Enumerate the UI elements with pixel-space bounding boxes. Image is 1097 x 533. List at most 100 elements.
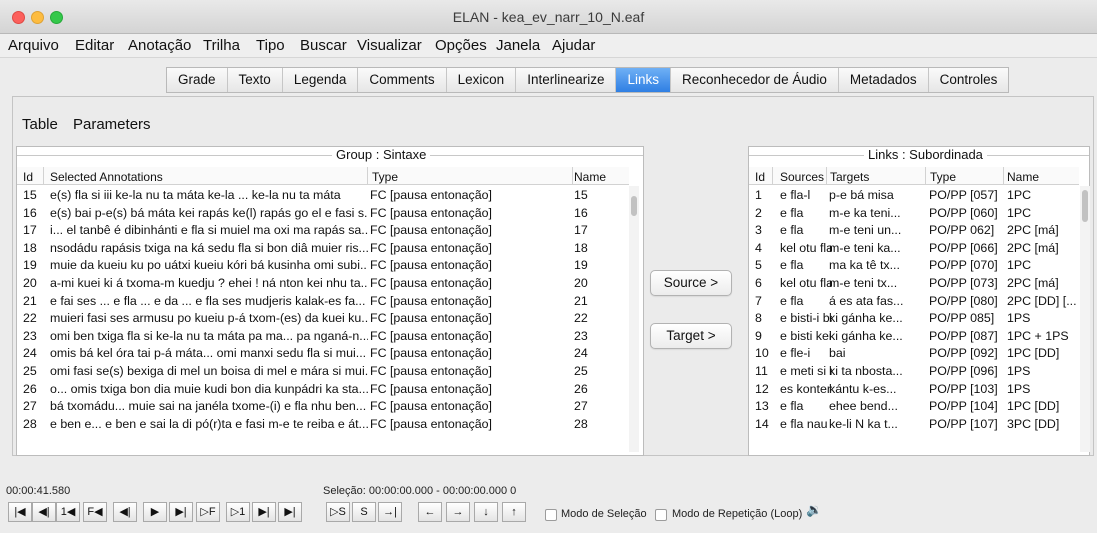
col-id[interactable]: Id — [23, 170, 33, 184]
go-to-end-button[interactable]: ▶| — [278, 502, 302, 522]
table-row[interactable]: 3 e fla m-e teni un... PO/PP 062] 2PC [má] — [749, 222, 1079, 240]
table-row[interactable]: 25 omi fasi se(s) bexiga di mel un boisa … — [17, 363, 629, 381]
menu-tipo[interactable]: Tipo — [256, 37, 285, 54]
links-scrollbar-thumb[interactable] — [1082, 190, 1088, 222]
arrow-up-button[interactable]: ↑ — [502, 502, 526, 522]
next-1-button[interactable]: ▷1 — [226, 502, 250, 522]
cell-id: 27 — [23, 399, 37, 414]
loop-mode-checkbox[interactable] — [655, 509, 667, 521]
table-row[interactable]: 9 e bisti kei k...ki gánha ke... PO/PP [08… — [749, 328, 1079, 346]
previous-boundary-button[interactable]: ◀| — [113, 502, 137, 522]
table-row[interactable]: 26 o... omis txiga bon dia muie kudi bon … — [17, 381, 629, 399]
table-row[interactable]: 21 e fai ses ... e fla ... e da ... e fla… — [17, 293, 629, 311]
target-button[interactable]: Target > — [650, 323, 732, 349]
table-row[interactable]: 24 omis bá kel óra tai p-á máta... omi ma… — [17, 345, 629, 363]
next-frame-button[interactable]: ▶| — [252, 502, 276, 522]
table-row[interactable]: 15 e(s) fla si iii ke-la nu ta máta ke-la… — [17, 187, 629, 205]
menu-arquivo[interactable]: Arquivo — [8, 37, 59, 54]
clear-selection-button[interactable]: S — [352, 502, 376, 522]
source-button[interactable]: Source > — [650, 270, 732, 296]
tab-metadados[interactable]: Metadados — [838, 68, 929, 92]
selection-mode-checkbox[interactable] — [545, 509, 557, 521]
links-col-sources[interactable]: Sources — [780, 170, 824, 184]
arrow-down-button[interactable]: ↓ — [474, 502, 498, 522]
links-col-targets[interactable]: Targets — [830, 170, 869, 184]
next-f-button[interactable]: ▷F — [196, 502, 220, 522]
table-row[interactable]: 28 e ben e... e ben e sai la di pó(r)ta e… — [17, 416, 629, 434]
tab-legenda[interactable]: Legenda — [282, 68, 359, 92]
col-type[interactable]: Type — [372, 170, 398, 184]
menu-editar[interactable]: Editar — [75, 37, 114, 54]
previous-frame-button[interactable]: ◀| — [32, 502, 56, 522]
group-scrollbar[interactable] — [629, 186, 639, 452]
table-row[interactable]: 12 es kontenti...kántu k-es... PO/PP [103]… — [749, 381, 1079, 399]
arrow-right-button[interactable]: → — [446, 502, 470, 522]
table-row[interactable]: 4 kel otu fla m-e teni ka... PO/PP [066] 2PC… — [749, 240, 1079, 258]
cell-source: e bisti-i be... — [780, 311, 832, 326]
table-row[interactable]: 11 e meti si m...ki ta nbosta... PO/PP [09… — [749, 363, 1079, 381]
table-row[interactable]: 27 bá txomádu... muie sai na janéla txome… — [17, 398, 629, 416]
go-to-begin-button[interactable]: |◀ — [8, 502, 32, 522]
previous-f-button[interactable]: F◀ — [83, 502, 107, 522]
tab-interlinearize[interactable]: Interlinearize — [516, 68, 617, 92]
links-col-name[interactable]: Name — [1007, 170, 1039, 184]
table-row[interactable]: 23 omi ben txiga fla si ke-la nu ta máta … — [17, 328, 629, 346]
table-row[interactable]: 1 e fla-l p-e bá misa PO/PP [057] 1PC — [749, 187, 1079, 205]
next-boundary-button[interactable]: ▶| — [169, 502, 193, 522]
table-row[interactable]: 6 kel otu fla-im-e teni tx... PO/PP [073] 2… — [749, 275, 1079, 293]
cell-id: 7 — [755, 293, 762, 308]
selection-end-button[interactable]: →| — [378, 502, 402, 522]
volume-icon[interactable]: 🔉 — [806, 502, 822, 518]
menu-buscar[interactable]: Buscar — [300, 37, 347, 54]
cell-annotation: i... el tanbê é dibinhánti e fla si muie… — [50, 223, 368, 238]
tab-texto[interactable]: Texto — [227, 68, 283, 92]
table-row[interactable]: 2 e fla m-e ka teni... PO/PP [060] 1PC — [749, 205, 1079, 223]
table-row[interactable]: 8 e bisti-i be...ki gánha ke... PO/PP 085]… — [749, 310, 1079, 328]
table-row[interactable]: 18 nsodádu rapásis txiga na ká sedu fla s… — [17, 240, 629, 258]
cell-source: es kontenti... — [780, 381, 832, 396]
menu-janela[interactable]: Janela — [496, 37, 540, 54]
group-scrollbar-thumb[interactable] — [631, 196, 637, 216]
menu-trilha[interactable]: Trilha — [203, 37, 240, 54]
tab-lexicon[interactable]: Lexicon — [446, 68, 517, 92]
menu-ajudar[interactable]: Ajudar — [552, 37, 595, 54]
cell-type: PO/PP [080] — [929, 293, 998, 308]
cell-name: 26 — [574, 381, 588, 396]
arrow-left-button[interactable]: ← — [418, 502, 442, 522]
menu-visualizar[interactable]: Visualizar — [357, 37, 422, 54]
col-selected-annotations[interactable]: Selected Annotations — [50, 170, 163, 184]
cell-type: PO/PP [096] — [929, 364, 998, 378]
play-selection-button[interactable]: ▷S — [326, 502, 350, 522]
cell-type: FC [pausa entonação] — [370, 293, 492, 308]
links-col-id[interactable]: Id — [755, 170, 765, 184]
table-row[interactable]: 22 muieri fasi ses armusu po kueiu p-á tx… — [17, 310, 629, 328]
menu-anotacao[interactable]: Anotação — [128, 37, 191, 54]
previous-1-button[interactable]: 1◀ — [56, 502, 80, 522]
cell-target: m-e ka teni... — [829, 205, 901, 220]
table-row[interactable]: 14 e fla nau ke-li N ka t... PO/PP [107] 3PC… — [749, 416, 1079, 434]
tab-links[interactable]: Links — [616, 68, 671, 92]
table-row[interactable]: 13 e fla ehee bend... PO/PP [104] 1PC [DD] — [749, 398, 1079, 416]
tab-reconhecedor-audio[interactable]: Reconhecedor de Áudio — [671, 68, 839, 92]
subtab-table[interactable]: Table — [22, 116, 58, 133]
links-col-type[interactable]: Type — [930, 170, 956, 184]
cell-type: FC [pausa entonação] — [370, 240, 492, 255]
play-button[interactable]: ▶ — [143, 502, 167, 522]
table-row[interactable]: 10 e fle-i bai PO/PP [092] 1PC [DD] — [749, 345, 1079, 363]
cell-target: ma ka tê tx... — [829, 258, 900, 273]
cell-id: 17 — [23, 223, 37, 238]
links-scrollbar[interactable] — [1080, 186, 1090, 452]
tab-controles[interactable]: Controles — [928, 68, 1009, 92]
cell-annotation: bá txomádu... muie sai na janéla txome-(… — [50, 399, 367, 414]
table-row[interactable]: 19 muie da kueiu ku po uátxi kueiu kóri b… — [17, 257, 629, 275]
tab-comments[interactable]: Comments — [358, 68, 447, 92]
tab-grade[interactable]: Grade — [167, 68, 228, 92]
table-row[interactable]: 5 e fla ma ka tê tx... PO/PP [070] 1PC — [749, 257, 1079, 275]
table-row[interactable]: 16 e(s) bai p-e(s) bá máta kei rapás ke(l… — [17, 205, 629, 223]
table-row[interactable]: 17 i... el tanbê é dibinhánti e fla si mu… — [17, 222, 629, 240]
table-row[interactable]: 20 a-mi kuei ki á txoma-m kuedju ? ehei !… — [17, 275, 629, 293]
table-row[interactable]: 7 e fla á es ata fas... PO/PP [080] 2PC [DD]… — [749, 293, 1079, 311]
subtab-parameters[interactable]: Parameters — [73, 116, 151, 133]
menu-opcoes[interactable]: Opções — [435, 37, 487, 54]
col-name[interactable]: Name — [574, 170, 606, 184]
